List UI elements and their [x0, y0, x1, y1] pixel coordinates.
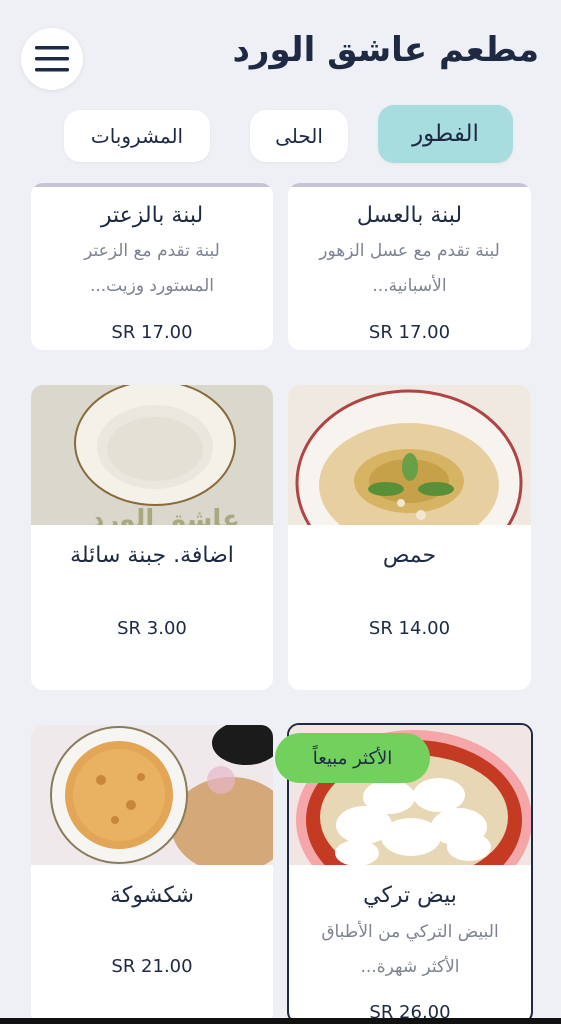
bestseller-badge: الأكثر مبيعاً — [275, 733, 430, 783]
item-name: اضافة. جبنة سائلة — [70, 543, 234, 568]
item-price: SR 14.00 — [368, 618, 451, 639]
tab-label: الفطور — [412, 121, 479, 147]
card-image-edge — [288, 183, 531, 187]
item-name: شكشوكة — [110, 883, 194, 908]
item-description-line: الأسبانية... — [372, 276, 447, 296]
item-name: حمص — [382, 543, 437, 568]
item-description-line: المستورد وزيت... — [89, 276, 215, 296]
item-name: لبنة بالزعتر — [100, 203, 204, 228]
item-name: بيض تركي — [363, 883, 457, 908]
menu-item-card[interactable]: شكشوكة SR 21.00 — [31, 725, 273, 1024]
item-description-line: البيض التركي من الأطباق — [321, 922, 499, 942]
item-description: لبنة تقدم مع الزعتر المستورد وزيت... — [41, 234, 263, 304]
app-header: مطعم عاشق الورد — [0, 0, 561, 110]
item-name: لبنة بالعسل — [356, 203, 463, 228]
item-description: البيض التركي من الأطباق الأكثر شهرة... — [299, 915, 521, 985]
item-description: لبنة تقدم مع عسل الزهور الأسبانية... — [298, 234, 521, 304]
item-price: SR 21.00 — [111, 956, 193, 977]
hamburger-menu-icon — [35, 46, 69, 72]
tab-drinks[interactable]: المشروبات — [64, 110, 210, 162]
tab-breakfast[interactable]: الفطور — [378, 105, 513, 163]
item-description-line: الأكثر شهرة... — [360, 957, 460, 977]
menu-item-card[interactable]: حمص SR 14.00 — [288, 385, 531, 690]
bottom-edge — [0, 1018, 561, 1024]
restaurant-title: مطعم عاشق الورد — [232, 30, 539, 70]
menu-item-card[interactable]: عاشق الورد اضافة. جبنة سائلة SR 3.00 — [31, 385, 273, 690]
shakshuka-photo — [31, 725, 273, 865]
item-price: SR 17.00 — [368, 322, 451, 343]
hummus-photo — [288, 385, 531, 525]
menu-item-card[interactable]: لبنة بالعسل لبنة تقدم مع عسل الزهور الأس… — [288, 183, 531, 350]
tab-desserts[interactable]: الحلى — [250, 110, 348, 162]
tab-label: المشروبات — [90, 124, 184, 148]
item-description-line: لبنة تقدم مع الزعتر — [84, 241, 220, 261]
card-image-edge — [31, 183, 273, 187]
image-watermark: عاشق الورد — [91, 505, 240, 525]
tab-label: الحلى — [275, 124, 323, 148]
item-price: SR 17.00 — [111, 322, 193, 343]
liquid-cheese-photo: عاشق الورد — [31, 385, 273, 525]
item-price: SR 3.00 — [117, 618, 187, 639]
item-description-line: لبنة تقدم مع عسل الزهور — [319, 241, 500, 261]
menu-button[interactable] — [21, 28, 83, 90]
menu-item-card[interactable]: لبنة بالزعتر لبنة تقدم مع الزعتر المستور… — [31, 183, 273, 350]
